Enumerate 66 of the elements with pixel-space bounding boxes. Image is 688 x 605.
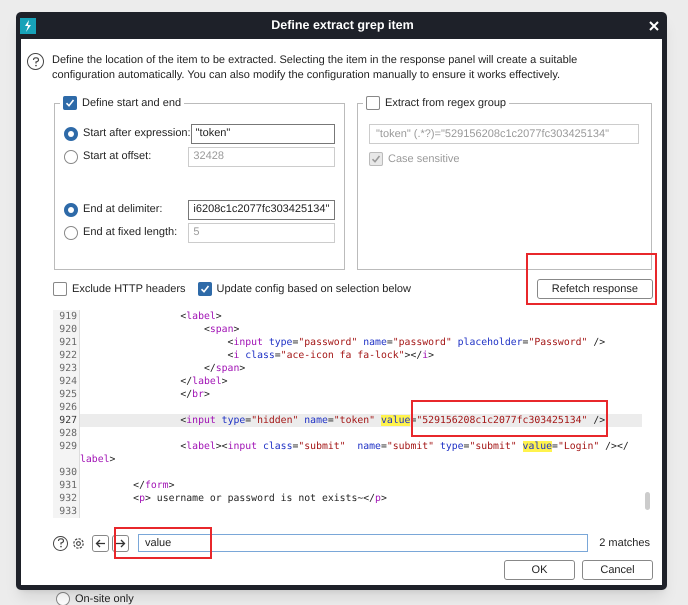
checkbox[interactable]	[53, 282, 67, 296]
line-number: 923	[58, 362, 77, 375]
checkbox-label: Exclude HTTP headers	[72, 282, 186, 297]
radio-button[interactable]	[64, 126, 78, 140]
radio-button[interactable]	[56, 592, 70, 605]
line-number: 925	[58, 388, 77, 401]
dialog-button[interactable]: Cancel	[582, 560, 653, 580]
group-label: Define start and end	[82, 96, 182, 111]
option-label: Start after expression:	[83, 126, 191, 142]
radio-button[interactable]	[64, 202, 78, 216]
search-field[interactable]: value	[138, 534, 588, 552]
code-line: <p> username or password is not exists~</p>	[132, 492, 387, 505]
checkbox[interactable]	[198, 282, 212, 296]
option-label: End at fixed length:	[83, 225, 178, 240]
line-number: 928	[58, 427, 77, 440]
check-icon	[200, 284, 210, 294]
option-field[interactable]: "token"	[190, 124, 335, 144]
check-icon	[65, 98, 75, 108]
left-arrow-icon	[95, 538, 106, 548]
line-number: 921	[58, 336, 77, 349]
line-number: 920	[58, 323, 77, 336]
code-line: <label><input class="submit" name="submit" type="submit" value="Login" /></	[179, 440, 629, 453]
code-line: </span>	[202, 362, 246, 375]
option-label: Start at offset:	[83, 149, 152, 164]
line-number: 930	[58, 466, 77, 479]
code-line: </br>	[179, 388, 210, 401]
line-number: 932	[58, 492, 77, 505]
next-match-button[interactable]	[112, 534, 129, 552]
group-label: Extract from regex group	[385, 96, 506, 111]
line-number: 931	[58, 479, 77, 492]
help-icon[interactable]	[27, 53, 44, 70]
option-label: End at delimiter:	[83, 202, 164, 218]
code-line: <label>	[179, 310, 222, 323]
close-icon[interactable]	[649, 20, 659, 30]
code-line: <i class="ace-icon fa fa-lock"></i>	[226, 349, 434, 362]
code-line: </label>	[179, 375, 228, 388]
radio-label: On-site only	[75, 592, 134, 605]
refetch-button[interactable]: Refetch response	[536, 279, 653, 299]
checkbox[interactable]	[63, 96, 77, 110]
app-logo-icon	[20, 18, 36, 34]
settings-icon[interactable]	[71, 536, 86, 550]
check-icon	[371, 154, 381, 164]
line-number: 922	[58, 349, 77, 362]
line-number: 927	[58, 414, 77, 427]
window-title: Define extract grep item	[271, 17, 414, 34]
line-number: 926	[58, 401, 77, 414]
right-arrow-icon	[115, 538, 126, 548]
line-number: 929	[58, 440, 77, 453]
checkbox[interactable]	[366, 96, 380, 110]
line-number: 933	[58, 505, 77, 518]
line-number: 919	[58, 310, 77, 323]
code-line: label>	[80, 453, 116, 466]
code-line: <span>	[202, 323, 240, 336]
option-field[interactable]: i6208c1c2077fc303425134"	[188, 200, 335, 220]
help-icon[interactable]	[53, 536, 68, 550]
code-line: <input type="password" name="password" placeholder="Password" />	[226, 336, 606, 349]
checkbox-label: Case sensitive	[388, 152, 460, 167]
checkbox[interactable]	[369, 152, 383, 166]
scrollbar-thumb[interactable]	[645, 492, 650, 510]
code-line: </form>	[132, 479, 174, 492]
match-count: 2 matches	[599, 536, 650, 551]
previous-match-button[interactable]	[92, 534, 109, 552]
line-number: 924	[58, 375, 77, 388]
dialog-button[interactable]: OK	[504, 560, 575, 580]
description-text: Define the location of the item to be extracted. Selecting the item in the response panel will create a suitable configuration automatically. You can also modify the configuration manually to ensure it works effectively.	[52, 53, 578, 83]
checkbox-label: Update config based on selection below	[216, 282, 411, 297]
